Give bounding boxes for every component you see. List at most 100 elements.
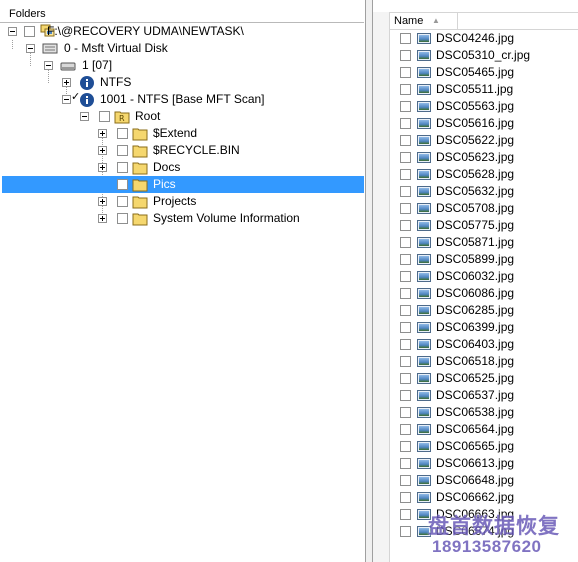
node-checkbox[interactable] — [24, 26, 35, 37]
file-row[interactable]: DSC05511.jpg — [390, 81, 578, 98]
file-row[interactable]: DSC05616.jpg — [390, 115, 578, 132]
file-row[interactable]: DSC06538.jpg — [390, 404, 578, 421]
file-checkbox[interactable] — [400, 84, 411, 95]
file-row[interactable]: DSC05622.jpg — [390, 132, 578, 149]
node-checkbox[interactable] — [117, 213, 128, 224]
collapse-toggle[interactable] — [62, 95, 71, 104]
file-checkbox[interactable] — [400, 152, 411, 163]
file-row[interactable]: DSC05775.jpg — [390, 217, 578, 234]
file-checkbox[interactable] — [400, 67, 411, 78]
expand-toggle[interactable] — [98, 129, 107, 138]
file-row[interactable]: DSC06663.jpg — [390, 506, 578, 523]
file-checkbox[interactable] — [400, 203, 411, 214]
node-checkbox[interactable] — [117, 162, 128, 173]
file-row[interactable]: DSC05871.jpg — [390, 234, 578, 251]
file-checkbox[interactable] — [400, 288, 411, 299]
image-file-icon — [417, 186, 431, 197]
tree-node-recycle-bin[interactable]: $RECYCLE.BIN — [2, 142, 364, 159]
file-checkbox[interactable] — [400, 237, 411, 248]
tree-node-mft-scan[interactable]: ✓ 1001 - NTFS [Base MFT Scan] — [2, 91, 364, 108]
file-row[interactable]: DSC06565.jpg — [390, 438, 578, 455]
file-row[interactable]: DSC06518.jpg — [390, 353, 578, 370]
tree-node-partition[interactable]: 1 [07] — [2, 57, 364, 74]
file-row[interactable]: DSC04246.jpg — [390, 30, 578, 47]
file-checkbox[interactable] — [400, 424, 411, 435]
file-row[interactable]: DSC06537.jpg — [390, 387, 578, 404]
tree-node-disk[interactable]: 0 - Msft Virtual Disk — [2, 40, 364, 57]
file-checkbox[interactable] — [400, 526, 411, 537]
file-row[interactable]: DSC06525.jpg — [390, 370, 578, 387]
tree-node-ntfs[interactable]: NTFS — [2, 74, 364, 91]
file-checkbox[interactable] — [400, 407, 411, 418]
file-checkbox[interactable] — [400, 458, 411, 469]
node-checkbox[interactable] — [117, 196, 128, 207]
expand-toggle[interactable] — [98, 163, 107, 172]
file-row[interactable]: DSC06086.jpg — [390, 285, 578, 302]
tree-node-label: Docs — [153, 160, 181, 174]
file-checkbox[interactable] — [400, 135, 411, 146]
file-row[interactable]: DSC05563.jpg — [390, 98, 578, 115]
file-row[interactable]: DSC06032.jpg — [390, 268, 578, 285]
file-row[interactable]: DSC05899.jpg — [390, 251, 578, 268]
file-row[interactable]: DSC06674.jpg — [390, 523, 578, 540]
file-checkbox[interactable] — [400, 118, 411, 129]
file-checkbox[interactable] — [400, 271, 411, 282]
node-checkbox[interactable] — [117, 145, 128, 156]
tree-node-pics[interactable]: Pics — [2, 176, 364, 193]
folder-tree[interactable]: F:\@RECOVERY UDMA\NEWTASK\ 0 - Msft Virt… — [0, 23, 364, 562]
file-checkbox[interactable] — [400, 339, 411, 350]
collapse-toggle[interactable] — [80, 112, 89, 121]
file-row[interactable]: DSC06648.jpg — [390, 472, 578, 489]
name-column-header[interactable]: Name ▲ — [390, 13, 458, 30]
node-checkbox[interactable] — [117, 128, 128, 139]
file-row[interactable]: DSC06285.jpg — [390, 302, 578, 319]
tree-node-root-path[interactable]: F:\@RECOVERY UDMA\NEWTASK\ — [2, 23, 364, 40]
file-name: DSC05899.jpg — [436, 252, 515, 266]
file-checkbox[interactable] — [400, 169, 411, 180]
tree-node-docs[interactable]: Docs — [2, 159, 364, 176]
file-checkbox[interactable] — [400, 50, 411, 61]
node-checkbox[interactable] — [117, 179, 128, 190]
file-checkbox[interactable] — [400, 305, 411, 316]
file-name: DSC05708.jpg — [436, 201, 515, 215]
expand-toggle[interactable] — [62, 78, 71, 87]
file-row[interactable]: DSC05465.jpg — [390, 64, 578, 81]
file-row[interactable]: DSC05628.jpg — [390, 166, 578, 183]
file-checkbox[interactable] — [400, 322, 411, 333]
file-checkbox[interactable] — [400, 101, 411, 112]
file-row[interactable]: DSC05310_cr.jpg — [390, 47, 578, 64]
file-checkbox[interactable] — [400, 373, 411, 384]
tree-node-system-volume-information[interactable]: System Volume Information — [2, 210, 364, 227]
file-checkbox[interactable] — [400, 509, 411, 520]
tree-node-label: F:\@RECOVERY UDMA\NEWTASK\ — [47, 24, 244, 38]
file-checkbox[interactable] — [400, 390, 411, 401]
collapse-toggle[interactable] — [26, 44, 35, 53]
file-checkbox[interactable] — [400, 254, 411, 265]
tree-node-extend[interactable]: $Extend — [2, 125, 364, 142]
file-row[interactable]: DSC06613.jpg — [390, 455, 578, 472]
file-row[interactable]: DSC05623.jpg — [390, 149, 578, 166]
file-row[interactable]: DSC05708.jpg — [390, 200, 578, 217]
expand-toggle[interactable] — [98, 214, 107, 223]
file-checkbox[interactable] — [400, 475, 411, 486]
expand-toggle[interactable] — [98, 146, 107, 155]
file-checkbox[interactable] — [400, 33, 411, 44]
tree-node-label: NTFS — [100, 75, 132, 89]
file-row[interactable]: DSC06662.jpg — [390, 489, 578, 506]
file-row[interactable]: DSC06403.jpg — [390, 336, 578, 353]
file-checkbox[interactable] — [400, 356, 411, 367]
file-row[interactable]: DSC06564.jpg — [390, 421, 578, 438]
tree-node-projects[interactable]: Projects — [2, 193, 364, 210]
file-checkbox[interactable] — [400, 492, 411, 503]
collapse-toggle[interactable] — [8, 27, 17, 36]
tree-node-root[interactable]: R Root — [2, 108, 364, 125]
file-row[interactable]: DSC06399.jpg — [390, 319, 578, 336]
collapse-toggle[interactable] — [44, 61, 53, 70]
file-checkbox[interactable] — [400, 186, 411, 197]
file-checkbox[interactable] — [400, 441, 411, 452]
file-row[interactable]: DSC05632.jpg — [390, 183, 578, 200]
expand-toggle[interactable] — [98, 197, 107, 206]
file-checkbox[interactable] — [400, 220, 411, 231]
node-checkbox[interactable] — [99, 111, 110, 122]
image-file-icon — [417, 203, 431, 214]
